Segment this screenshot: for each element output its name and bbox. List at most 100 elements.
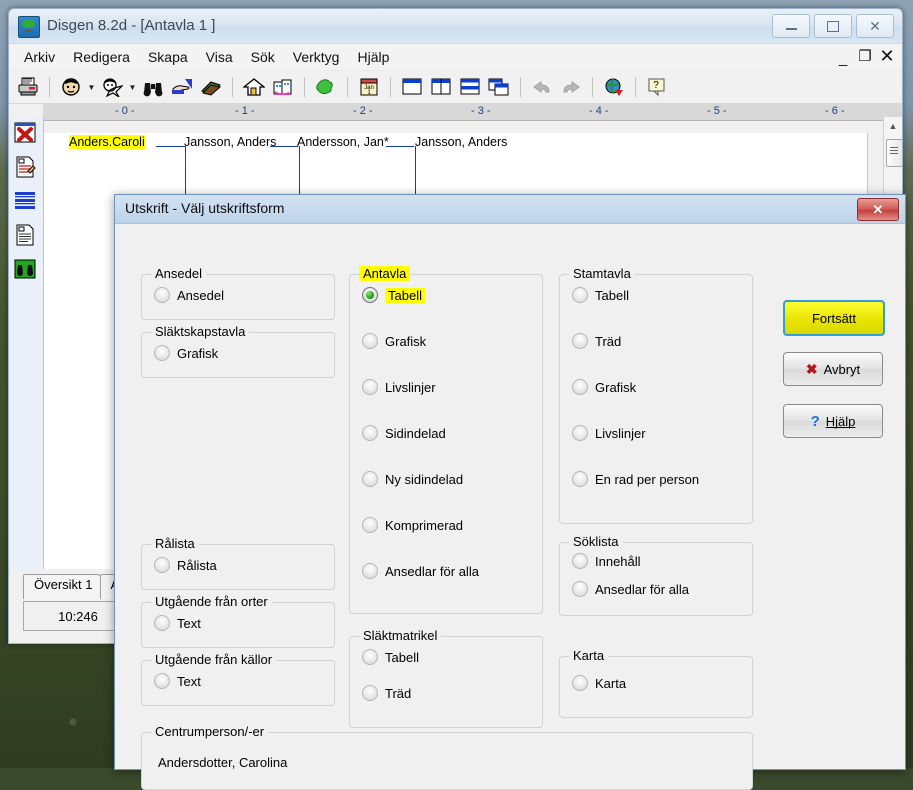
radio-dot (154, 615, 170, 631)
redo-icon[interactable] (558, 74, 584, 100)
x-icon: ✖ (805, 360, 818, 377)
radio-antavla-sidindelad[interactable]: Sidindelad (362, 425, 446, 441)
dialog-close-button[interactable]: ✕ (857, 198, 899, 221)
layout-columns-icon[interactable] (428, 74, 454, 100)
radio-dot (154, 557, 170, 573)
radio-utgaende-orter-text[interactable]: Text (154, 615, 201, 631)
print-icon[interactable] (15, 74, 41, 100)
mdi-restore-button[interactable]: ❐ (854, 45, 876, 67)
radio-stamtavla-en-rad-per-person[interactable]: En rad per person (572, 471, 699, 487)
group-karta: Karta Karta (559, 648, 753, 718)
help-button[interactable]: ? Hjälp (783, 404, 883, 438)
group-legend-centrumperson: Centrumperson/-er (151, 724, 269, 739)
person-star-icon[interactable] (99, 74, 125, 100)
ruler-tick-0: - 0 - (115, 105, 135, 117)
radio-slaktmatrikel-trad[interactable]: Träd (362, 685, 411, 701)
radio-karta-karta[interactable]: Karta (572, 675, 626, 691)
help-button-label: Hjälp (825, 413, 856, 429)
radio-label: Ansedel (177, 287, 224, 303)
chart-node-3[interactable]: Jansson, Anders (415, 135, 507, 149)
toolbar-separator-6 (520, 77, 521, 97)
radio-antavla-ny-sidindelad[interactable]: Ny sidindelad (362, 471, 463, 487)
menu-item-arkiv[interactable]: Arkiv (15, 46, 64, 68)
radio-antavla-komprimerad[interactable]: Komprimerad (362, 517, 463, 533)
toolbar-separator (49, 77, 50, 97)
buildings-icon[interactable] (270, 74, 296, 100)
radio-stamtavla-tabell[interactable]: Tabell (572, 287, 629, 303)
binoculars-icon[interactable] (140, 74, 166, 100)
radio-dot (362, 287, 378, 303)
menu-item-visa[interactable]: Visa (197, 46, 242, 68)
pointing-hand-icon[interactable] (169, 74, 195, 100)
undo-icon[interactable] (529, 74, 555, 100)
close-button[interactable]: ✕ (856, 14, 894, 38)
green-search-icon[interactable] (13, 258, 39, 282)
tree-crown-icon[interactable] (313, 74, 339, 100)
layout-rows-icon[interactable] (457, 74, 483, 100)
mdi-window-controls: _ ❐ ✕ (832, 45, 898, 70)
horizontal-ruler: - 0 - - 1 - - 2 - - 3 - - 4 - - 5 - - 6 … (43, 104, 902, 121)
cancel-button-label: Avbryt (823, 361, 861, 377)
radio-stamtavla-livslinjer[interactable]: Livslinjer (572, 425, 646, 441)
menu-item-sok[interactable]: Sök (242, 46, 284, 68)
scrollbar-thumb[interactable] (886, 139, 902, 167)
tree-line-h-0 (156, 146, 186, 147)
menu-item-hjalp[interactable]: Hjälp (348, 46, 398, 68)
maximize-button[interactable] (814, 14, 852, 38)
home-icon[interactable] (241, 74, 267, 100)
radio-slaktskapstavla-grafisk[interactable]: Grafisk (154, 345, 218, 361)
radio-soklista-innehall[interactable]: Innehåll (572, 553, 641, 569)
globe-icon[interactable] (601, 74, 627, 100)
layout-cascade-icon[interactable] (486, 74, 512, 100)
calendar-icon[interactable]: Jan 1 (356, 74, 382, 100)
radio-dot (154, 287, 170, 303)
radio-antavla-tabell[interactable]: Tabell (362, 287, 425, 303)
menu-item-verktyg[interactable]: Verktyg (284, 46, 349, 68)
person-star-dropdown-caret[interactable]: ▼ (128, 76, 137, 98)
person-dropdown-caret[interactable]: ▼ (87, 76, 96, 98)
ruler-tick-4: - 4 - (589, 105, 609, 117)
window-title: Disgen 8.2d - [Antavla 1 ] (47, 17, 216, 34)
blue-list-icon[interactable] (13, 190, 39, 214)
document-icon[interactable] (13, 224, 39, 248)
radio-slaktmatrikel-tabell[interactable]: Tabell (362, 649, 419, 665)
radio-ansedel-ansedel[interactable]: Ansedel (154, 287, 224, 303)
dialog-body: Ansedel Ansedel Släktskapstavla Grafisk … (115, 224, 905, 790)
delete-red-x-icon[interactable] (13, 122, 39, 146)
edit-document-icon[interactable] (13, 156, 39, 180)
minimize-button[interactable] (772, 14, 810, 38)
person-icon[interactable] (58, 74, 84, 100)
radio-stamtavla-grafisk[interactable]: Grafisk (572, 379, 636, 395)
radio-antavla-livslinjer[interactable]: Livslinjer (362, 379, 436, 395)
menu-item-skapa[interactable]: Skapa (139, 46, 197, 68)
radio-antavla-grafisk[interactable]: Grafisk (362, 333, 426, 349)
menu-item-redigera[interactable]: Redigera (64, 46, 139, 68)
radio-dot (572, 553, 588, 569)
radio-soklista-ansedlar-for-alla[interactable]: Ansedlar för alla (572, 581, 689, 597)
toolbar-separator-4 (347, 77, 348, 97)
mdi-minimize-button[interactable]: _ (832, 45, 854, 70)
ruler-tick-5: - 5 - (707, 105, 727, 117)
mdi-close-button[interactable]: ✕ (876, 45, 898, 67)
dialog-title: Utskrift - Välj utskriftsform (125, 200, 285, 216)
dialog-titlebar: Utskrift - Välj utskriftsform ✕ (115, 195, 905, 224)
radio-label: Komprimerad (385, 517, 464, 533)
group-utgaende-kallor: Utgående från källor Text (141, 652, 335, 706)
chart-node-2[interactable]: Andersson, Jan* (297, 135, 389, 149)
book-icon[interactable] (198, 74, 224, 100)
chart-node-0[interactable]: Anders.Caroli (69, 135, 145, 149)
cancel-button[interactable]: ✖ Avbryt (783, 352, 883, 386)
tab-oversikt-1[interactable]: Översikt 1 (23, 574, 104, 599)
scroll-up-arrow-icon[interactable]: ▲ (884, 117, 902, 135)
radio-stamtavla-trad[interactable]: Träd (572, 333, 621, 349)
radio-ralista-ralista[interactable]: Rålista (154, 557, 217, 573)
layout-single-icon[interactable] (399, 74, 425, 100)
group-ansedel: Ansedel Ansedel (141, 266, 335, 320)
ruler-tick-3: - 3 - (471, 105, 491, 117)
radio-antavla-ansedlar-for-alla[interactable]: Ansedlar för alla (362, 563, 479, 579)
chart-node-1[interactable]: Jansson, Anders (184, 135, 276, 149)
group-legend-karta: Karta (569, 648, 609, 663)
radio-utgaende-kallor-text[interactable]: Text (154, 673, 201, 689)
continue-button[interactable]: Fortsätt (783, 300, 885, 336)
help-icon[interactable]: ? (644, 74, 670, 100)
